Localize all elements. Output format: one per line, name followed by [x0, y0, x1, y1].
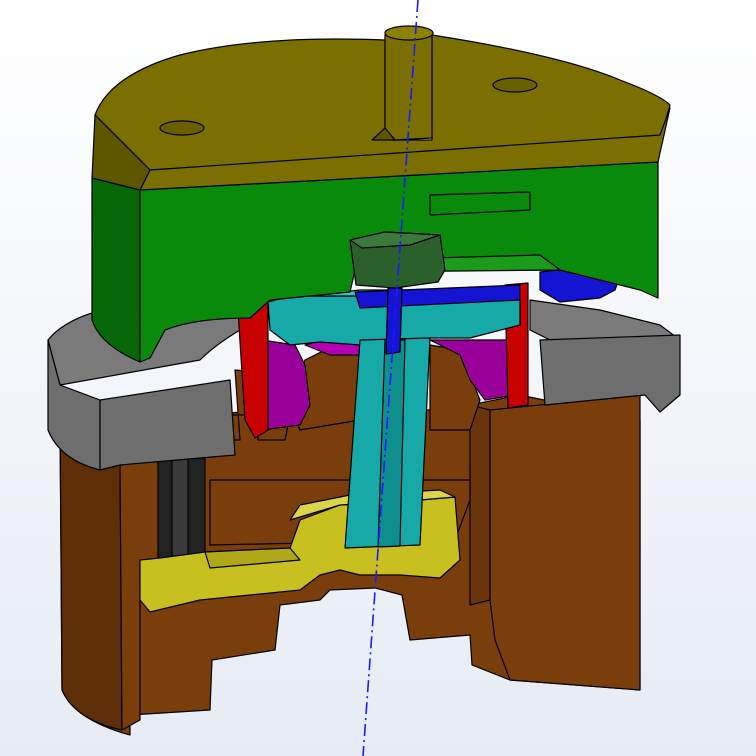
- top-plate-shaft: [384, 31, 433, 141]
- magenta-left: [261, 339, 311, 431]
- spring-highlight: [171, 449, 189, 561]
- mounting-hole-right: [492, 77, 538, 93]
- copper-body-right-wall: [489, 394, 641, 691]
- copper-body-right-inner: [469, 404, 491, 606]
- blue-pin-stem: [385, 287, 403, 355]
- green-block-left-face: [91, 177, 141, 363]
- section-view-model[interactable]: [0, 0, 756, 756]
- top-plate-shaft-top: [384, 25, 434, 41]
- top-plate[interactable]: [91, 25, 671, 191]
- grey-ring-front: [99, 379, 236, 471]
- mounting-hole-left: [159, 120, 205, 136]
- cad-viewport[interactable]: [0, 0, 756, 756]
